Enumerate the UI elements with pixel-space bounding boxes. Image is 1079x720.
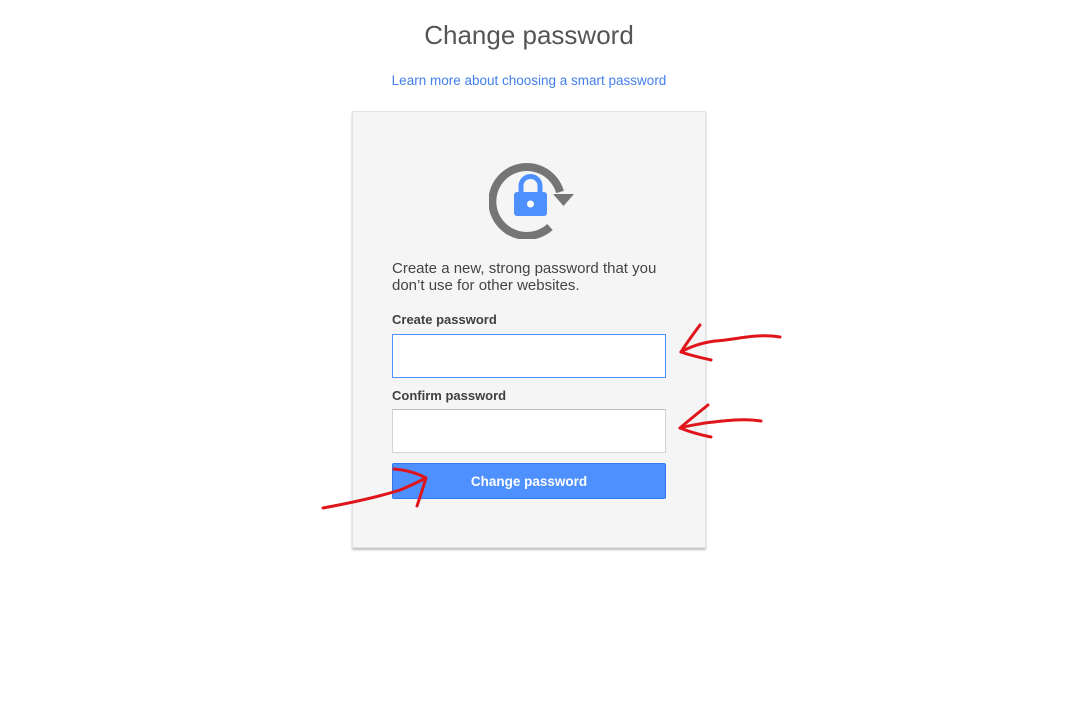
lock-refresh-icon	[489, 162, 574, 239]
change-password-card: Create a new, strong password that you d…	[352, 111, 706, 548]
change-password-button[interactable]: Change password	[392, 463, 666, 499]
learn-more-link[interactable]: Learn more about choosing a smart passwo…	[0, 73, 1058, 88]
create-password-input[interactable]	[392, 334, 666, 378]
confirm-password-label: Confirm password	[392, 388, 507, 403]
instructions-text: Create a new, strong password that you d…	[392, 260, 657, 294]
create-password-label: Create password	[392, 312, 497, 327]
page-title: Change password	[424, 20, 634, 50]
confirm-password-input[interactable]	[392, 409, 666, 453]
